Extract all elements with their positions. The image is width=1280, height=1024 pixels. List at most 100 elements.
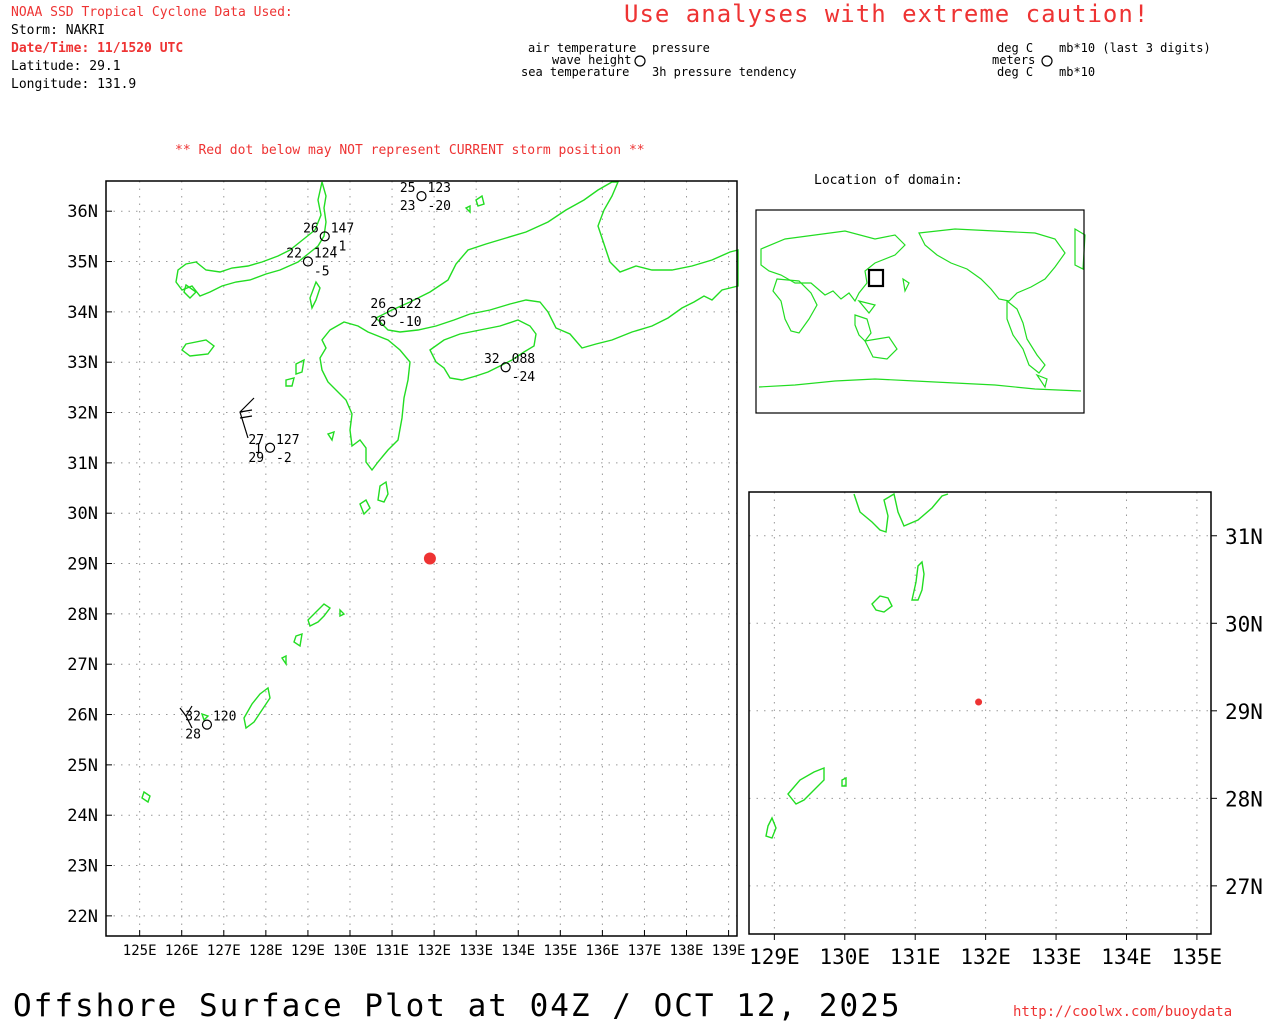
lat-label: 36N [67, 202, 98, 222]
legend-pressure: pressure [652, 41, 710, 55]
world-coastlines [758, 227, 1086, 392]
lat-label: 22N [67, 907, 98, 927]
lon-label: 129E [291, 943, 325, 959]
lat-label: 23N [67, 857, 98, 877]
station-plot: 27291127-2 [248, 433, 299, 466]
red-dot-note: ** Red dot below may NOT represent CURRE… [175, 143, 645, 158]
lat-label: 24N [67, 806, 98, 826]
station-plots: 2523123-2026 147-122 124-52626122-1032 088-… [185, 181, 535, 743]
station-tendency: -5 [314, 265, 330, 280]
lat-label: 32N [67, 404, 98, 424]
station-pressure: 124 [314, 247, 338, 262]
storm-position-dot [423, 552, 436, 565]
zoom-map-frame [748, 491, 1212, 935]
storm-position-dot-zoom [975, 698, 983, 706]
lat-label: 33N [67, 353, 98, 373]
longitude: Longitude: 131.9 [11, 77, 137, 92]
legend-unit-deg2: deg C [997, 65, 1034, 79]
inset-frame [755, 209, 1085, 414]
lat-label: 29N [67, 555, 98, 575]
lon-label: 136E [586, 943, 620, 959]
zoom-map-lat-labels: 31N 30N 29N 28N 27N [1225, 525, 1263, 899]
lon-label: 129E [749, 945, 800, 969]
lon-label: 137E [628, 943, 662, 959]
station-sea-temp: 23 [400, 199, 416, 214]
source-url[interactable]: http://coolwx.com/buoydata [1013, 1004, 1232, 1020]
lon-label: 130E [333, 943, 367, 959]
lon-label: 134E [501, 943, 535, 959]
zoom-map-coastlines [765, 492, 949, 839]
lat-label: 30N [1225, 612, 1263, 636]
station-tendency: -24 [512, 370, 536, 385]
lat-label: 29N [1225, 700, 1263, 724]
station-circle-icon [264, 442, 276, 453]
station-pressure: 147 [331, 221, 354, 236]
lat-label: 25N [67, 756, 98, 776]
lon-label: 132E [960, 945, 1011, 969]
station-pressure: 122 [398, 297, 421, 312]
station-air-temp: 22 [286, 247, 302, 262]
lon-label: 133E [1031, 945, 1082, 969]
station-pressure: 088 [512, 352, 535, 367]
station-pressure: 123 [428, 181, 451, 196]
lon-label: 130E [819, 945, 870, 969]
legend-pressure-tendency: 3h pressure tendency [652, 65, 797, 79]
lat-label: 27N [1225, 875, 1263, 899]
lat-label: 31N [1225, 525, 1263, 549]
main-map-lat-labels: 36N 35N 34N 33N 32N 31N 30N 29N 28N 27N 26N 25N 24N 2… [67, 202, 98, 927]
station-plot: 25 23 123 -20 [400, 181, 451, 214]
lon-label: 131E [375, 943, 409, 959]
lat-label: 34N [67, 303, 98, 323]
zoom-map-grid [749, 492, 1217, 940]
station-air-temp: 26 [303, 221, 319, 236]
lat-label: 31N [67, 454, 98, 474]
station-circle-icon [416, 191, 427, 202]
station-air-temp: 25 [400, 181, 416, 196]
station-tendency: -10 [398, 315, 421, 330]
datetime: Date/Time: 11/1520 UTC [11, 41, 184, 56]
station-wave-height: 1 [254, 442, 262, 457]
legend-unit-mb1: mb*10 (last 3 digits) [1059, 41, 1211, 55]
lon-label: 131E [890, 945, 941, 969]
legend-unit-mb2: mb*10 [1059, 65, 1096, 79]
plot-title: Offshore Surface Plot at 04Z / OCT 12, 2… [13, 988, 902, 1024]
lat-label: 26N [67, 706, 98, 726]
domain-box [867, 268, 885, 288]
lon-label: 125E [123, 943, 157, 959]
station-air-temp: 26 [370, 297, 386, 312]
station-sea-temp: 28 [185, 728, 201, 743]
main-map-frame [105, 180, 738, 937]
lat-label: 30N [67, 504, 98, 524]
station-tendency: -2 [276, 451, 292, 466]
location-inset-map [755, 209, 1086, 414]
caution-text: Use analyses with extreme caution! [624, 0, 1150, 28]
main-map: 36N 35N 34N 33N 32N 31N 30N 29N 28N 27N 26N 25N 24N 2… [67, 180, 745, 959]
lon-label: 128E [249, 943, 283, 959]
station-tendency: -20 [428, 199, 451, 214]
lat-label: 28N [1225, 787, 1263, 811]
lon-label: 134E [1101, 945, 1152, 969]
station-plot: 32 28 120 [185, 710, 236, 743]
station-pressure: 120 [213, 710, 236, 725]
data-source-label: NOAA SSD Tropical Cyclone Data Used: [11, 5, 293, 20]
station-sea-temp: 26 [370, 315, 386, 330]
lon-label: 126E [165, 943, 199, 959]
latitude: Latitude: 29.1 [11, 59, 121, 74]
location-of-domain-label: Location of domain: [814, 173, 963, 188]
station-pressure: 127 [276, 433, 299, 448]
station-plot: 32 088 -24 [484, 352, 535, 385]
legend-sea-temp: sea temperature [521, 65, 630, 79]
station-air-temp: 32 [484, 352, 500, 367]
lat-label: 27N [67, 655, 98, 675]
station-circle-icon [201, 719, 213, 730]
station-air-temp: 32 [185, 710, 201, 725]
legend-station-circle-icon [634, 55, 646, 67]
zoom-map-lon-labels: 129E 130E 131E 132E 133E 134E 135E [749, 945, 1222, 969]
lat-label: 35N [67, 253, 98, 273]
main-map-lon-labels: 125E 126E 127E 128E 129E 130E 131E 132E 133E 134E… [123, 943, 745, 959]
lat-label: 28N [67, 605, 98, 625]
lon-label: 135E [543, 943, 577, 959]
main-map-grid [106, 181, 737, 936]
storm-name: Storm: NAKRI [11, 23, 105, 38]
legend-units-circle-icon [1041, 55, 1053, 67]
